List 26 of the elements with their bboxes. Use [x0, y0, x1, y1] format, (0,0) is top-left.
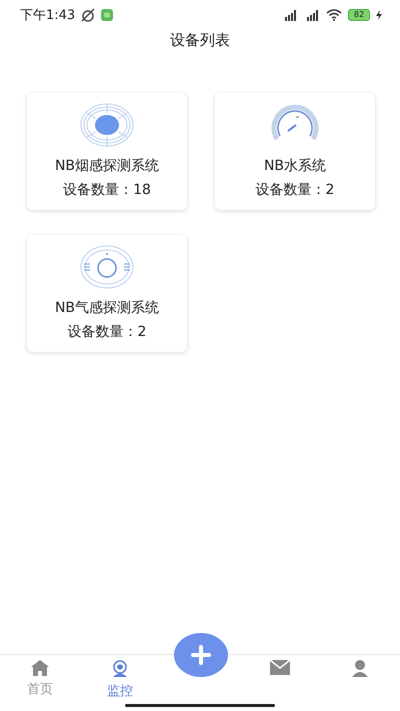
nav-tab[interactable]: 监控: [80, 655, 160, 711]
device-card[interactable]: NB水系统 设备数量：2: [215, 93, 375, 210]
device-name: NB烟感探测系统: [54, 157, 160, 175]
gas-detector-icon: [80, 245, 134, 289]
device-card[interactable]: NB气感探测系统 设备数量：2: [27, 235, 187, 352]
plus-icon: [191, 645, 211, 665]
signal-icon: [282, 10, 298, 20]
device-count: 设备数量：18: [63, 181, 151, 199]
user-icon: [111, 660, 129, 678]
wifi-icon: [326, 9, 342, 21]
device-count: 设备数量：2: [68, 323, 146, 341]
home-icon: [31, 660, 49, 676]
app-notification-icon: [101, 9, 114, 21]
status-time: 下午1:43: [20, 7, 76, 24]
page-title: 设备列表: [170, 31, 230, 51]
battery-level: 82: [348, 9, 370, 21]
device-name: NB水系统: [264, 157, 326, 175]
mail-icon: [270, 660, 290, 675]
add-button[interactable]: [174, 633, 228, 677]
smoke-detector-icon: [80, 103, 134, 147]
device-name: NB气感探测系统: [54, 299, 160, 317]
device-card[interactable]: NB烟感探测系统 设备数量：18: [27, 93, 187, 210]
charging-icon: [376, 10, 382, 20]
user-icon: [352, 660, 368, 677]
device-count: 设备数量：2: [256, 181, 334, 199]
signal-icon: [304, 10, 320, 20]
